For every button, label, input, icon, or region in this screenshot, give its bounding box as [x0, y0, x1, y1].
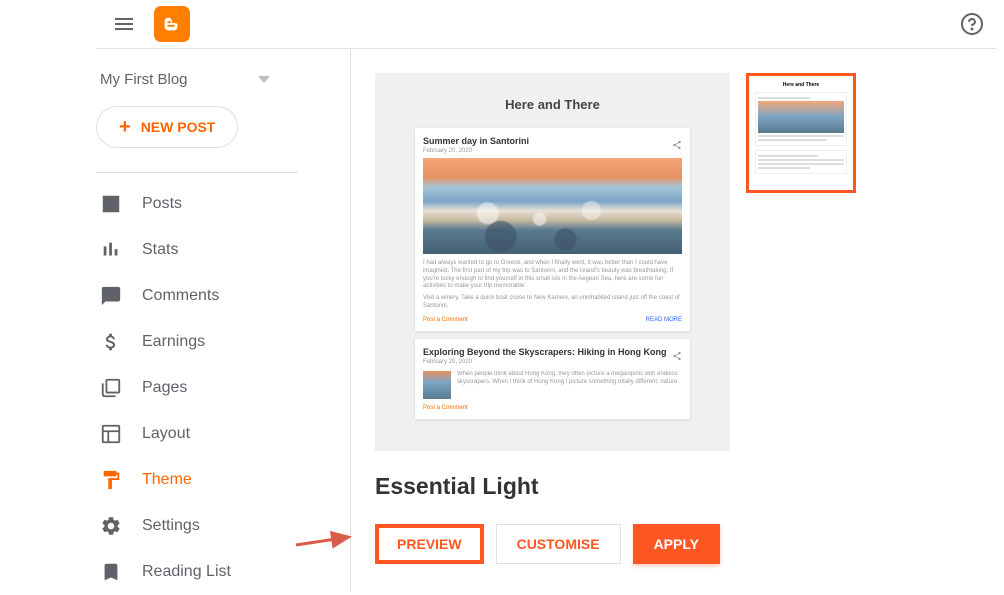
sidebar-item-label: Layout [142, 425, 190, 443]
plus-icon: + [119, 117, 131, 137]
share-icon [672, 351, 682, 361]
preview-post-title: Exploring Beyond the Skyscrapers: Hiking… [423, 347, 672, 357]
reading-list-icon [100, 561, 122, 583]
preview-blog-title: Here and There [375, 97, 730, 112]
preview-post-date: February 20, 2020 [423, 148, 529, 154]
sidebar-item-label: Theme [142, 471, 192, 489]
layout-icon [100, 423, 122, 445]
apply-button[interactable]: APPLY [633, 524, 720, 564]
blogger-logo[interactable] [154, 6, 190, 42]
comments-icon [100, 285, 122, 307]
earnings-icon [100, 331, 122, 353]
preview-post-comment-link: Post a Comment [423, 317, 468, 323]
theme-name: Essential Light [375, 451, 980, 500]
sidebar-item-label: Earnings [142, 333, 205, 351]
share-icon [672, 140, 682, 150]
preview-post-card: Summer day in Santorini February 20, 202… [415, 128, 690, 331]
preview-post-readmore-link: READ MORE [646, 317, 682, 323]
new-post-button[interactable]: + NEW POST [96, 106, 238, 148]
preview-post-comment-link: Post a Comment [423, 405, 468, 411]
preview-post-excerpt: I had always wanted to go to Greece, and… [423, 260, 682, 291]
sidebar: My First Blog + NEW POST Posts Stats Com… [0, 49, 350, 591]
sidebar-item-layout[interactable]: Layout [96, 411, 298, 457]
preview-post-card: Exploring Beyond the Skyscrapers: Hiking… [415, 339, 690, 419]
preview-post-title: Summer day in Santorini [423, 136, 529, 146]
sidebar-item-label: Reading List [142, 563, 231, 581]
preview-post-image [423, 158, 682, 254]
sidebar-item-label: Settings [142, 517, 200, 535]
blog-name: My First Blog [100, 71, 188, 88]
theme-preview-large[interactable]: Here and There Summer day in Santorini F… [375, 73, 730, 451]
sidebar-item-label: Pages [142, 379, 187, 397]
stats-icon [100, 239, 122, 261]
thumbnail-blog-title: Here and There [755, 82, 847, 88]
theme-preview-thumbnail[interactable]: Here and There [746, 73, 856, 193]
preview-post-excerpt: When people think about Hong Kong, they … [423, 371, 682, 387]
help-icon[interactable] [960, 12, 984, 36]
settings-icon [100, 515, 122, 537]
sidebar-divider [96, 172, 298, 173]
sidebar-item-theme[interactable]: Theme [96, 457, 298, 503]
posts-icon [100, 193, 122, 215]
blog-selector[interactable]: My First Blog [96, 49, 298, 106]
preview-post-bullet: Visit a winery. Take a quick boat cruise… [423, 295, 682, 311]
new-post-label: NEW POST [141, 119, 216, 135]
sidebar-item-pages[interactable]: Pages [96, 365, 298, 411]
sidebar-item-label: Stats [142, 241, 178, 259]
main-content: Here and There Summer day in Santorini F… [350, 49, 1004, 591]
theme-icon [100, 469, 122, 491]
preview-button[interactable]: PREVIEW [375, 524, 484, 564]
sidebar-item-earnings[interactable]: Earnings [96, 319, 298, 365]
sidebar-item-posts[interactable]: Posts [96, 181, 298, 227]
sidebar-item-label: Posts [142, 195, 182, 213]
sidebar-item-label: Comments [142, 287, 219, 305]
chevron-down-icon [258, 76, 270, 83]
preview-post-thumbnail [423, 371, 451, 399]
customise-button[interactable]: CUSTOMISE [496, 524, 621, 564]
sidebar-item-stats[interactable]: Stats [96, 227, 298, 273]
preview-post-date: February 20, 2020 [423, 359, 672, 365]
hamburger-menu-icon[interactable] [112, 12, 136, 36]
pages-icon [100, 377, 122, 399]
sidebar-item-settings[interactable]: Settings [96, 503, 298, 549]
sidebar-item-comments[interactable]: Comments [96, 273, 298, 319]
sidebar-item-reading-list[interactable]: Reading List [96, 549, 298, 595]
